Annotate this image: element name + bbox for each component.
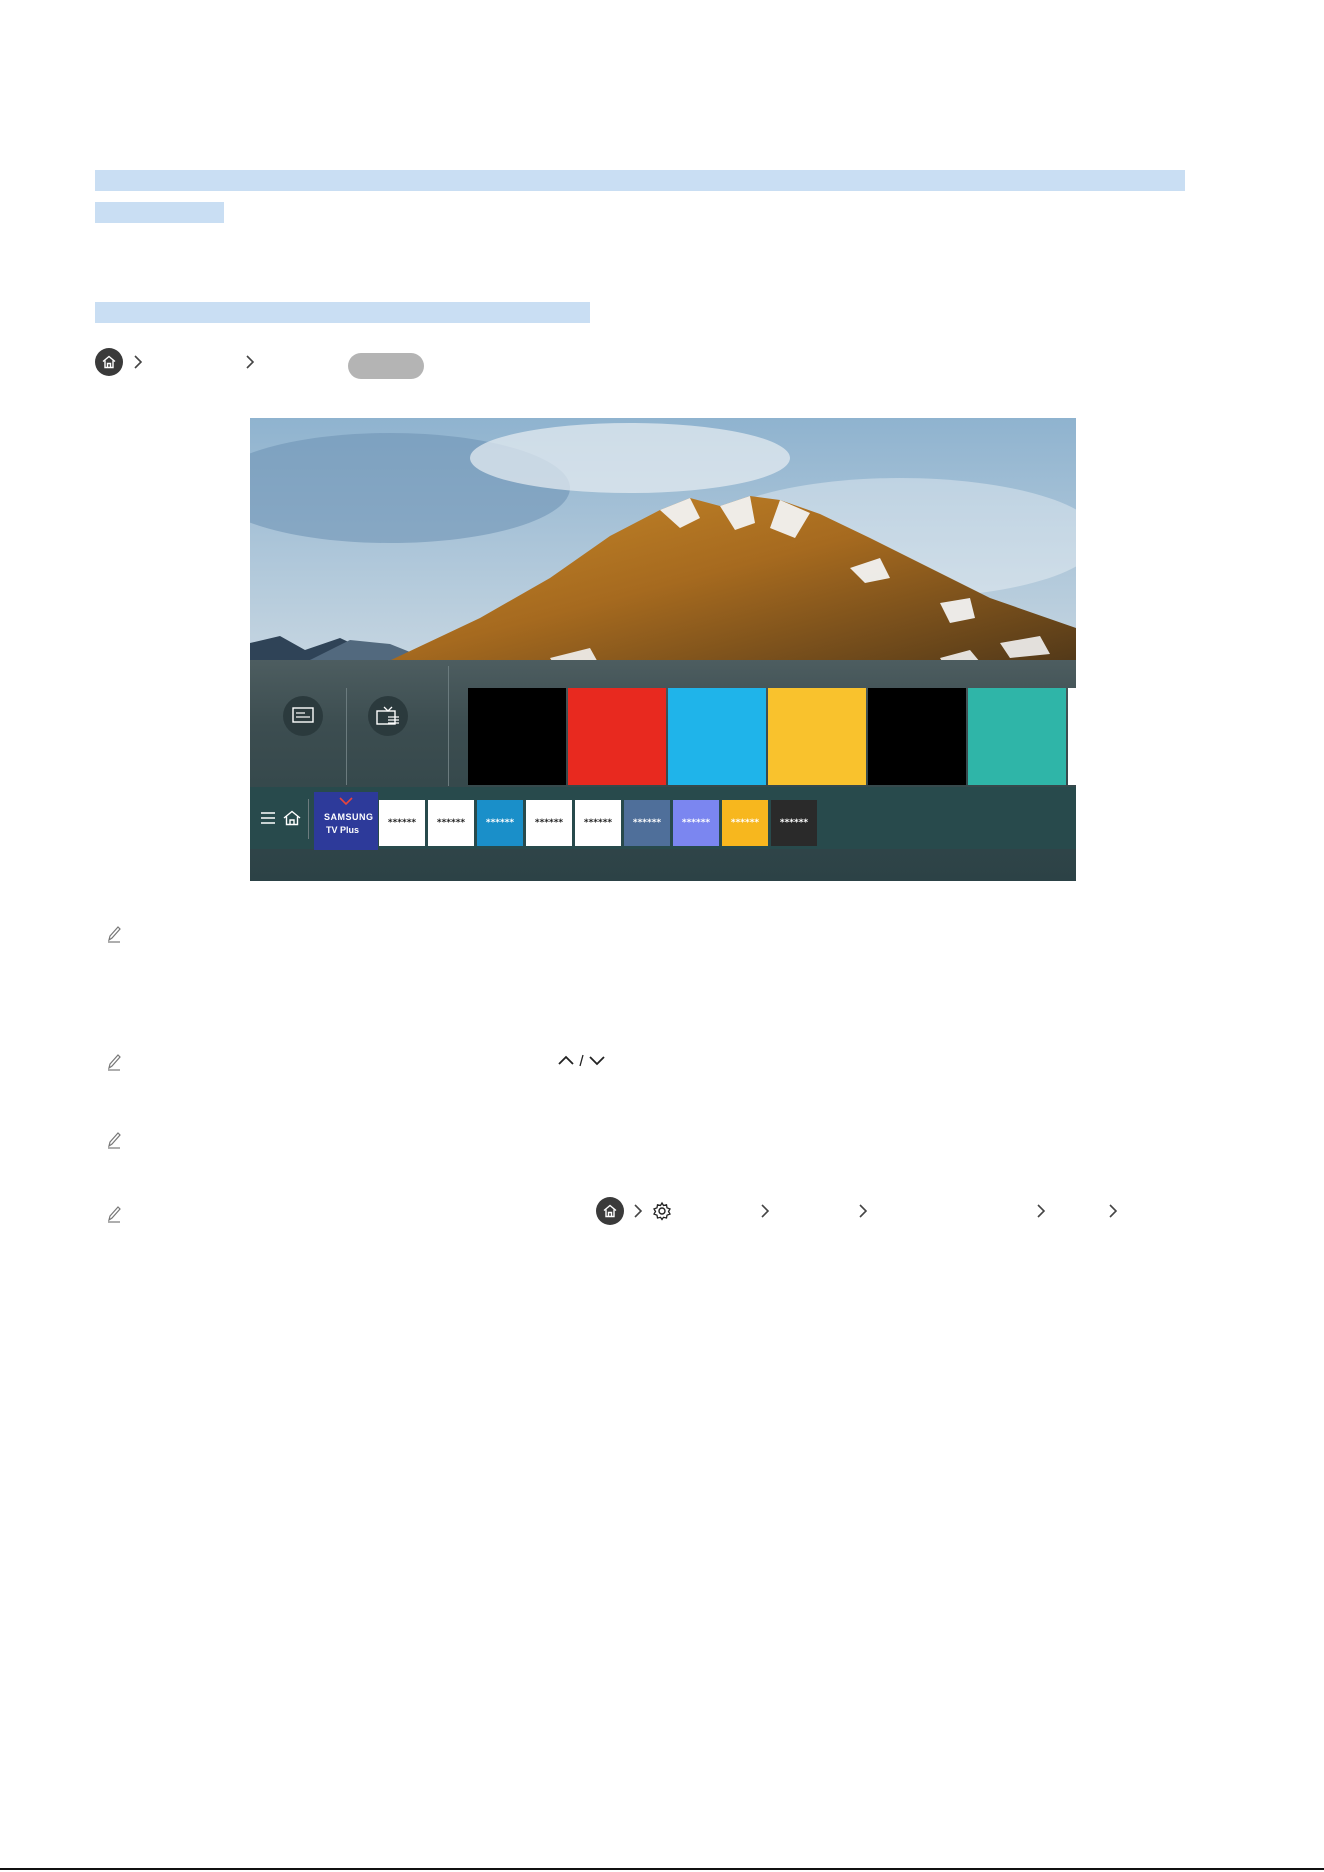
divider (346, 688, 347, 785)
content-tile[interactable] (968, 688, 1066, 785)
heading-highlight-line-2 (95, 202, 224, 223)
pencil-icon (108, 1054, 121, 1071)
tv-plus-logo-icon (339, 797, 353, 806)
app-tile[interactable]: ****** (673, 800, 719, 846)
subheading-highlight (95, 302, 590, 323)
chevron-right-icon (859, 1204, 868, 1218)
caret-up-icon (558, 1055, 574, 1065)
app-label-line-2: TV Plus (326, 825, 360, 835)
button-placeholder-pill (348, 353, 424, 379)
gear-icon (653, 1201, 671, 1221)
navigation-path (95, 348, 455, 379)
app-tile[interactable]: ****** (428, 800, 474, 846)
app-label-line-1: SAMSUNG (324, 812, 374, 822)
chevron-right-icon (761, 1204, 770, 1218)
divider (448, 666, 449, 786)
app-tile[interactable]: ****** (526, 800, 572, 846)
samsung-tv-plus-app[interactable]: SAMSUNG TV Plus (314, 792, 378, 850)
app-tile[interactable]: ****** (722, 800, 768, 846)
chevron-right-icon (246, 355, 255, 369)
app-tile[interactable]: ****** (379, 800, 425, 846)
guide-icon[interactable] (283, 696, 323, 736)
pencil-icon (108, 1132, 121, 1149)
chevron-right-icon (134, 355, 143, 369)
chevron-right-icon (1109, 1204, 1118, 1218)
home-icon[interactable] (283, 810, 301, 826)
divider (308, 799, 309, 839)
channel-list-icon[interactable] (368, 696, 408, 736)
app-tile[interactable]: ****** (624, 800, 670, 846)
app-tile[interactable]: ****** (771, 800, 817, 846)
app-tile[interactable]: ****** (575, 800, 621, 846)
caret-down-icon (589, 1056, 605, 1066)
content-tile[interactable] (768, 688, 866, 785)
content-tile[interactable] (668, 688, 766, 785)
home-icon (596, 1197, 624, 1225)
app-tile[interactable]: ****** (477, 800, 523, 846)
app-bar: SAMSUNG TV Plus ****** ****** ****** ******… (250, 787, 1076, 850)
chevron-right-icon (634, 1204, 643, 1218)
content-tile[interactable] (568, 688, 666, 785)
content-tile[interactable] (468, 688, 566, 785)
content-tile[interactable] (868, 688, 966, 785)
home-icon (95, 348, 123, 376)
menu-icon[interactable] (260, 811, 276, 825)
up-down-arrows (558, 1054, 605, 1067)
chevron-right-icon (1037, 1204, 1046, 1218)
pencil-icon (108, 926, 121, 943)
content-tile[interactable] (1068, 688, 1076, 785)
tv-home-screen-figure: SAMSUNG TV Plus ****** ****** ****** ******… (250, 418, 1076, 881)
heading-highlight-line-1 (95, 170, 1185, 191)
pencil-icon (108, 1206, 121, 1223)
footer-rule (0, 1868, 1324, 1870)
